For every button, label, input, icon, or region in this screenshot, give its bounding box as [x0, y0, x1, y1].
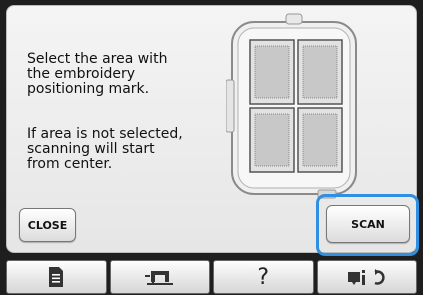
document-button[interactable]	[6, 260, 107, 294]
area-bottom-right[interactable]	[297, 107, 343, 173]
sewing-machine-icon	[144, 271, 173, 285]
help-button[interactable]: ?	[213, 260, 314, 294]
help-icon: ?	[257, 264, 270, 290]
image-rotate-icon	[347, 269, 385, 285]
area-top-left[interactable]	[249, 39, 295, 105]
scan-button[interactable]: SCAN	[326, 205, 410, 243]
instruction-line-1: Select the area with the embroidery posi…	[27, 51, 168, 97]
instruction-text: Select the area with the embroidery posi…	[27, 37, 227, 202]
close-button[interactable]: CLOSE	[19, 208, 76, 242]
area-top-right[interactable]	[297, 39, 343, 105]
screen: Select the area with the embroidery posi…	[0, 0, 423, 295]
document-icon	[49, 267, 64, 287]
embroidery-frame-diagram	[225, 10, 366, 202]
image-rotate-button[interactable]	[316, 260, 417, 294]
bottom-toolbar: ?	[0, 259, 423, 295]
area-bottom-left[interactable]	[249, 107, 295, 173]
instruction-line-2: If area is not selected, scanning will s…	[27, 126, 183, 172]
sewing-machine-button[interactable]	[109, 260, 210, 294]
hoop-icon	[225, 13, 357, 199]
